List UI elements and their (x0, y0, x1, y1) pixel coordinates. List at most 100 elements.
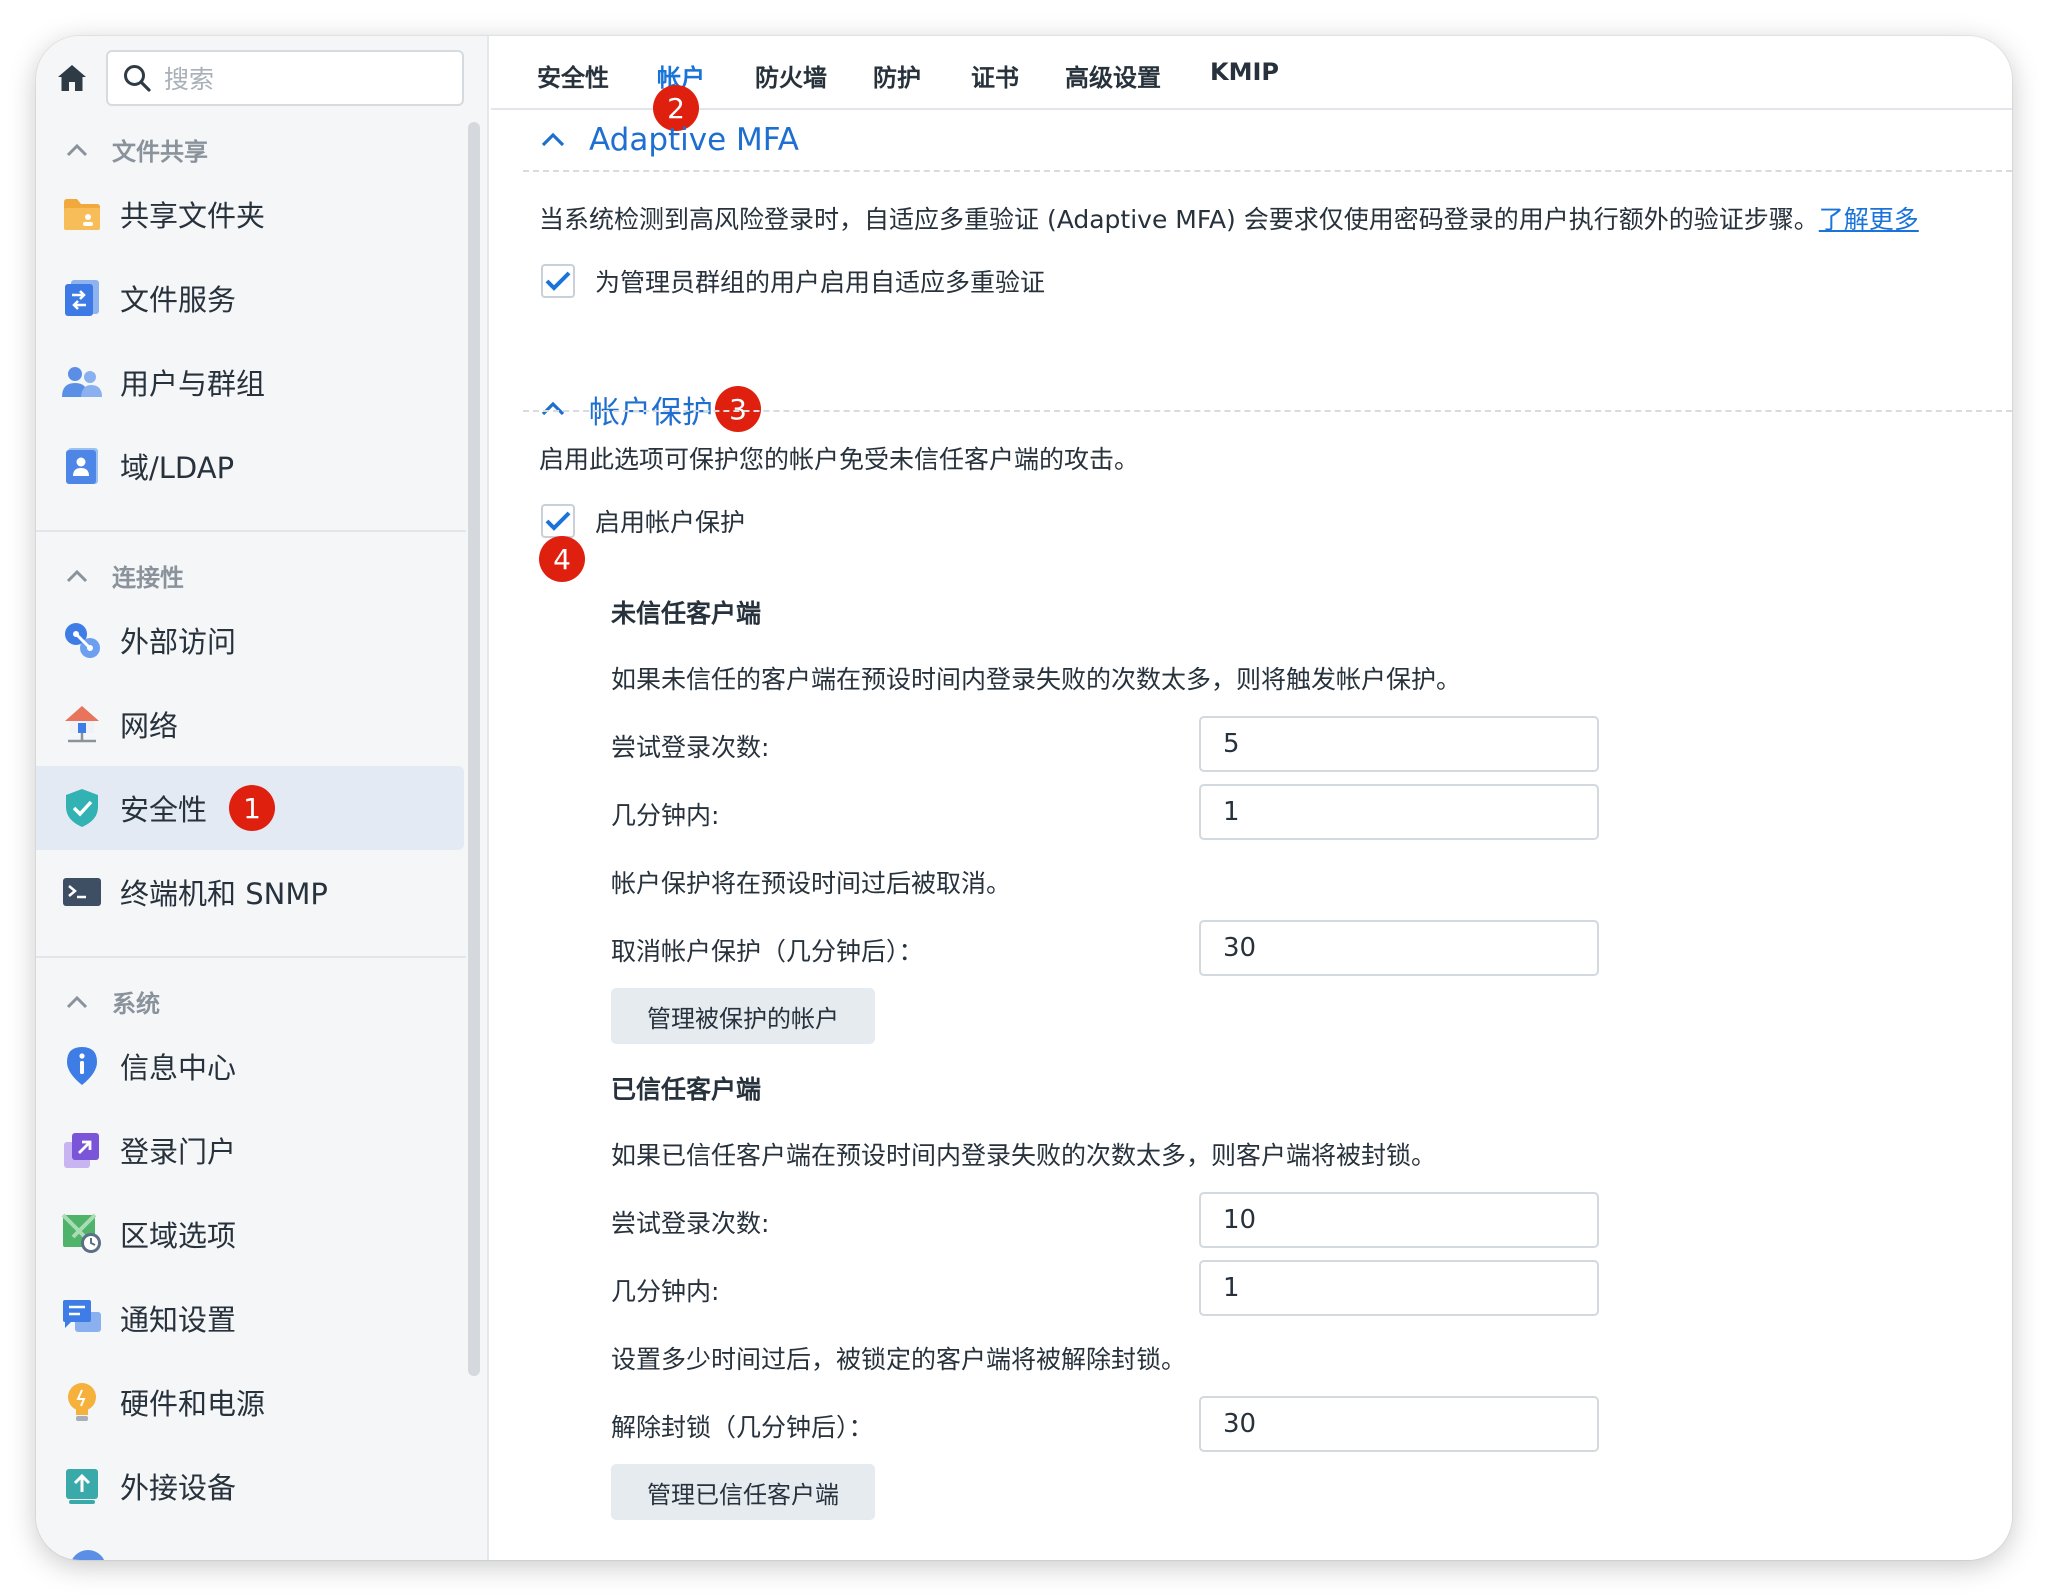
users-icon (62, 367, 102, 397)
tab-protection[interactable]: 防护 (873, 58, 921, 93)
mfa-description-text: 当系统检测到高风险登录时，自适应多重验证 (Adaptive MFA) 会要求仅… (539, 205, 1819, 234)
shared-folder-icon (64, 199, 100, 230)
search-input[interactable]: 搜索 (106, 50, 464, 106)
search-icon (124, 65, 151, 92)
tab-certificate[interactable]: 证书 (971, 58, 1019, 93)
section-system[interactable]: 系统 (66, 984, 160, 1019)
sidebar-item-terminal-snmp[interactable]: 终端机和 SNMP (36, 850, 464, 934)
sidebar-item-login-portal[interactable]: 登录门户 (36, 1108, 464, 1192)
mfa-checkbox[interactable] (541, 264, 575, 298)
search-placeholder: 搜索 (164, 65, 215, 94)
home-button[interactable] (44, 50, 100, 106)
tab-kmip[interactable]: KMIP (1210, 58, 1279, 86)
sidebar-item-label: 共享文件夹 (120, 199, 266, 233)
section-connectivity[interactable]: 连接性 (66, 558, 184, 593)
learn-more-link[interactable]: 了解更多 (1819, 205, 1919, 234)
tab-security[interactable]: 安全性 (537, 58, 609, 93)
annotation-badge: 3 (715, 386, 761, 432)
sidebar-item-hardware-power[interactable]: 硬件和电源 (36, 1360, 464, 1444)
file-services-icon (65, 280, 99, 316)
mfa-checkbox-row[interactable]: 为管理员群组的用户启用自适应多重验证 (541, 263, 1045, 299)
untrusted-description: 如果未信任的客户端在预设时间内登录失败的次数太多，则将触发帐户保护。 (611, 665, 1462, 694)
trusted-unblock-input[interactable] (1199, 1396, 1599, 1452)
sidebar-item-label: 登录门户 (120, 1135, 237, 1169)
trusted-attempts-label: 尝试登录次数: (611, 1209, 770, 1238)
external-devices-icon (66, 1469, 98, 1504)
network-icon (65, 706, 99, 743)
login-portal-icon (64, 1133, 99, 1168)
sidebar-item-label: 通知设置 (120, 1303, 237, 1337)
sidebar-item-domain-ldap[interactable]: 域/LDAP (36, 424, 464, 508)
untrusted-cancel-label: 取消帐户保护（几分钟后）： (611, 937, 924, 966)
sidebar-item-security[interactable]: 安全性 1 (36, 766, 464, 850)
trusted-unblock-note: 设置多少时间过后，被锁定的客户端将被解除封锁。 (611, 1345, 1187, 1374)
section-title: Adaptive MFA (589, 122, 799, 158)
checkmark-icon (545, 271, 571, 291)
trusted-minutes-input[interactable] (1199, 1260, 1599, 1316)
sidebar-item-label: 网络 (120, 709, 179, 743)
sidebar-item-external-access[interactable]: 外部访问 (36, 598, 464, 682)
terminal-icon (63, 878, 101, 906)
chevron-up-icon (541, 132, 565, 147)
lightbulb-icon (68, 1383, 96, 1421)
tab-advanced[interactable]: 高级设置 (1065, 58, 1161, 93)
section-file-sharing[interactable]: 文件共享 (66, 132, 208, 167)
checkmark-icon (545, 511, 571, 531)
manage-trusted-clients-button[interactable]: 管理已信任客户端 (611, 1464, 875, 1520)
sidebar: 搜索 文件共享 共享文件夹 文件服务 用户与群组 域/LDAP 连接性 外部访问… (36, 36, 489, 1560)
sidebar-item-external-devices[interactable]: 外接设备 (36, 1444, 464, 1528)
manage-protected-accounts-button[interactable]: 管理被保护的帐户 (611, 988, 875, 1044)
mfa-description: 当系统检测到高风险登录时，自适应多重验证 (Adaptive MFA) 会要求仅… (539, 200, 1919, 236)
protection-checkbox-row[interactable]: 启用帐户保护 (541, 503, 745, 539)
chevron-up-icon (66, 143, 88, 156)
sidebar-item-partial-icon (70, 1550, 106, 1560)
home-icon (58, 65, 86, 91)
section-adaptive-mfa[interactable]: Adaptive MFA (541, 122, 799, 158)
dashed-divider (523, 170, 2012, 172)
section-account-protection[interactable]: 帐户保护 3 (541, 386, 761, 432)
protection-checkbox[interactable] (541, 504, 575, 538)
sidebar-scrollbar[interactable] (468, 122, 480, 1376)
untrusted-minutes-input[interactable] (1199, 784, 1599, 840)
section-title: 帐户保护 (589, 394, 713, 431)
divider (36, 530, 466, 532)
tab-firewall[interactable]: 防火墙 (755, 58, 827, 93)
sidebar-item-label: 用户与群组 (120, 367, 266, 401)
untrusted-cancel-input[interactable] (1199, 920, 1599, 976)
sidebar-item-label: 安全性 (120, 793, 208, 827)
shield-icon (66, 789, 98, 827)
untrusted-attempts-input[interactable] (1199, 716, 1599, 772)
sidebar-item-file-services[interactable]: 文件服务 (36, 256, 464, 340)
section-label: 文件共享 (112, 138, 208, 166)
chevron-up-icon (541, 401, 565, 416)
section-label: 系统 (112, 990, 160, 1018)
sidebar-item-label: 外部访问 (120, 625, 237, 659)
trusted-unblock-label: 解除封锁（几分钟后）： (611, 1413, 874, 1442)
chevron-up-icon (66, 995, 88, 1008)
trusted-title: 已信任客户端 (611, 1075, 762, 1104)
notification-icon (63, 1300, 101, 1332)
protection-checkbox-label: 启用帐户保护 (595, 508, 746, 537)
sidebar-item-notification-settings[interactable]: 通知设置 (36, 1276, 464, 1360)
regional-options-icon (61, 1213, 101, 1253)
sidebar-item-label: 文件服务 (120, 283, 237, 317)
control-panel-window: 搜索 文件共享 共享文件夹 文件服务 用户与群组 域/LDAP 连接性 外部访问… (36, 36, 2012, 1560)
untrusted-title: 未信任客户端 (611, 599, 762, 628)
sidebar-item-label: 信息中心 (120, 1051, 237, 1085)
mfa-checkbox-label: 为管理员群组的用户启用自适应多重验证 (595, 268, 1046, 297)
sidebar-item-regional-options[interactable]: 区域选项 (36, 1192, 464, 1276)
sidebar-item-shared-folder[interactable]: 共享文件夹 (36, 172, 464, 256)
trusted-attempts-input[interactable] (1199, 1192, 1599, 1248)
sidebar-item-network[interactable]: 网络 (36, 682, 464, 766)
section-label: 连接性 (112, 564, 184, 592)
trusted-description: 如果已信任客户端在预设时间内登录失败的次数太多，则客户端将被封锁。 (611, 1141, 1437, 1170)
sidebar-item-label: 区域选项 (120, 1219, 237, 1253)
annotation-badge: 1 (229, 785, 276, 831)
untrusted-attempts-label: 尝试登录次数: (611, 733, 770, 762)
sidebar-item-info-center[interactable]: 信息中心 (36, 1024, 464, 1108)
domain-ldap-icon (66, 448, 98, 484)
chevron-up-icon (66, 569, 88, 582)
sidebar-item-users-groups[interactable]: 用户与群组 (36, 340, 464, 424)
trusted-minutes-label: 几分钟内: (611, 1277, 720, 1306)
sidebar-item-label: 终端机和 SNMP (120, 877, 328, 911)
